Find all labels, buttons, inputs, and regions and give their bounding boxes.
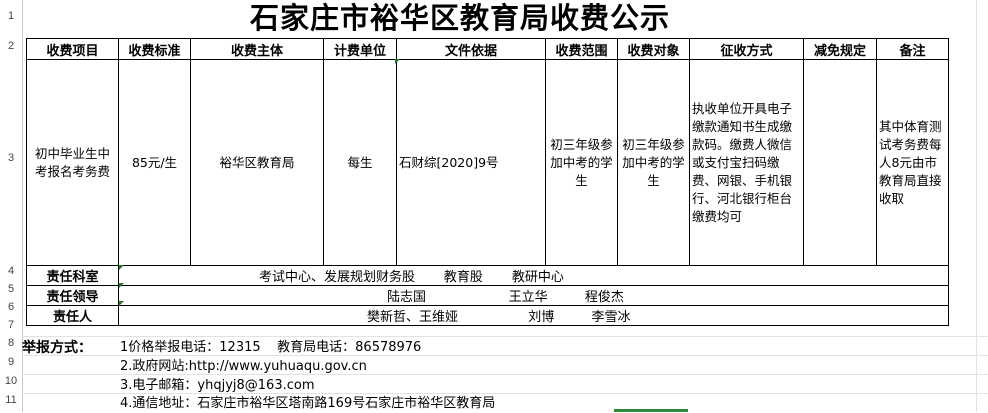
responsibility-row: 责任科室 考试中心、发展规划财务股 教育股 教研中心 [26,265,949,286]
header-cell[interactable]: 收费对象 [617,38,690,60]
header-cell[interactable]: 收费标准 [118,38,191,60]
billing-unit-cell[interactable]: 每生 [323,59,397,266]
header-cell[interactable]: 征收方式 [689,38,804,60]
grid-line [22,336,988,337]
reduction-rules-cell[interactable] [803,59,877,266]
report-line[interactable]: 4.通信地址：石家庄市裕华区塔南路169号石家庄市裕华区教育局 [120,394,495,413]
header-cell[interactable]: 减免规定 [803,38,877,60]
fee-row: 初中毕业生中考报名考务费 85元/生 裕华区教育局 每生 石财综[2020]9号… [26,59,949,266]
row-number[interactable]: 5 [0,283,22,295]
cell-marker-icon [395,59,400,64]
cell-marker-icon [119,301,124,306]
row-number[interactable]: 8 [0,337,22,349]
responsibility-value[interactable]: 樊新哲、王维娅 刘博 李雪冰 [118,305,949,326]
report-line[interactable]: 1价格举报电话：12315 教育局电话：86578976 [120,338,421,357]
header-cell[interactable]: 备注 [876,38,949,60]
row-number[interactable]: 6 [0,301,22,313]
sheet-title[interactable]: 石家庄市裕华区教育局收费公示 [220,0,700,36]
header-cell[interactable]: 收费主体 [190,38,324,60]
fee-item-cell[interactable]: 初中毕业生中考报名考务费 [26,59,119,266]
header-row: 收费项目 收费标准 收费主体 计费单位 文件依据 收费范围 收费对象 征收方式 … [26,38,949,60]
report-line[interactable]: 2.政府网站:http://www.yuhuaqu.gov.cn [120,357,367,376]
row-number[interactable]: 10 [0,375,22,387]
report-line[interactable]: 3.电子邮箱：yhqjyj8@163.com [120,376,315,395]
fee-standard-cell[interactable]: 85元/生 [118,59,191,266]
header-cell[interactable]: 收费项目 [26,38,119,60]
cell-marker-icon [119,265,124,270]
row-number[interactable]: 1 [0,10,22,22]
remarks-cell[interactable]: 其中体育测试考务费每人8元由市教育局直接收取 [876,59,949,266]
row-number[interactable]: 7 [0,319,22,331]
report-label[interactable]: 举报方式： [22,337,92,357]
row-number[interactable]: 9 [0,356,22,368]
responsibility-value[interactable]: 考试中心、发展规划财务股 教育股 教研中心 [118,265,949,286]
responsibility-value[interactable]: 陆志国 王立华 程俊杰 [118,285,949,306]
responsibility-label[interactable]: 责任科室 [26,265,119,286]
row-number[interactable]: 2 [0,40,22,52]
row-number[interactable]: 3 [0,152,22,164]
responsibility-row: 责任领导 陆志国 王立华 程俊杰 [26,285,949,306]
responsibility-row: 责任人 樊新哲、王维娅 刘博 李雪冰 [26,305,949,326]
responsibility-label[interactable]: 责任人 [26,305,119,326]
responsibility-label[interactable]: 责任领导 [26,285,119,306]
fee-subject-cell[interactable]: 裕华区教育局 [190,59,324,266]
fee-table: 收费项目 收费标准 收费主体 计费单位 文件依据 收费范围 收费对象 征收方式 … [26,38,949,326]
fee-object-cell[interactable]: 初三年级参加中考的学生 [617,59,690,266]
document-basis-cell[interactable]: 石财综[2020]9号 [396,59,546,266]
row-number[interactable]: 4 [0,265,22,277]
collection-method-cell[interactable]: 执收单位开具电子缴款通知书生成缴款码。缴费人微信或支付宝扫码缴费、网银、手机银行… [689,59,804,266]
header-cell[interactable]: 文件依据 [396,38,546,60]
row-number[interactable]: 11 [0,394,22,406]
cell-marker-icon [119,283,124,288]
fee-scope-cell[interactable]: 初三年级参加中考的学生 [545,59,618,266]
header-cell[interactable]: 计费单位 [323,38,397,60]
grid-line [976,0,977,412]
header-cell[interactable]: 收费范围 [545,38,618,60]
